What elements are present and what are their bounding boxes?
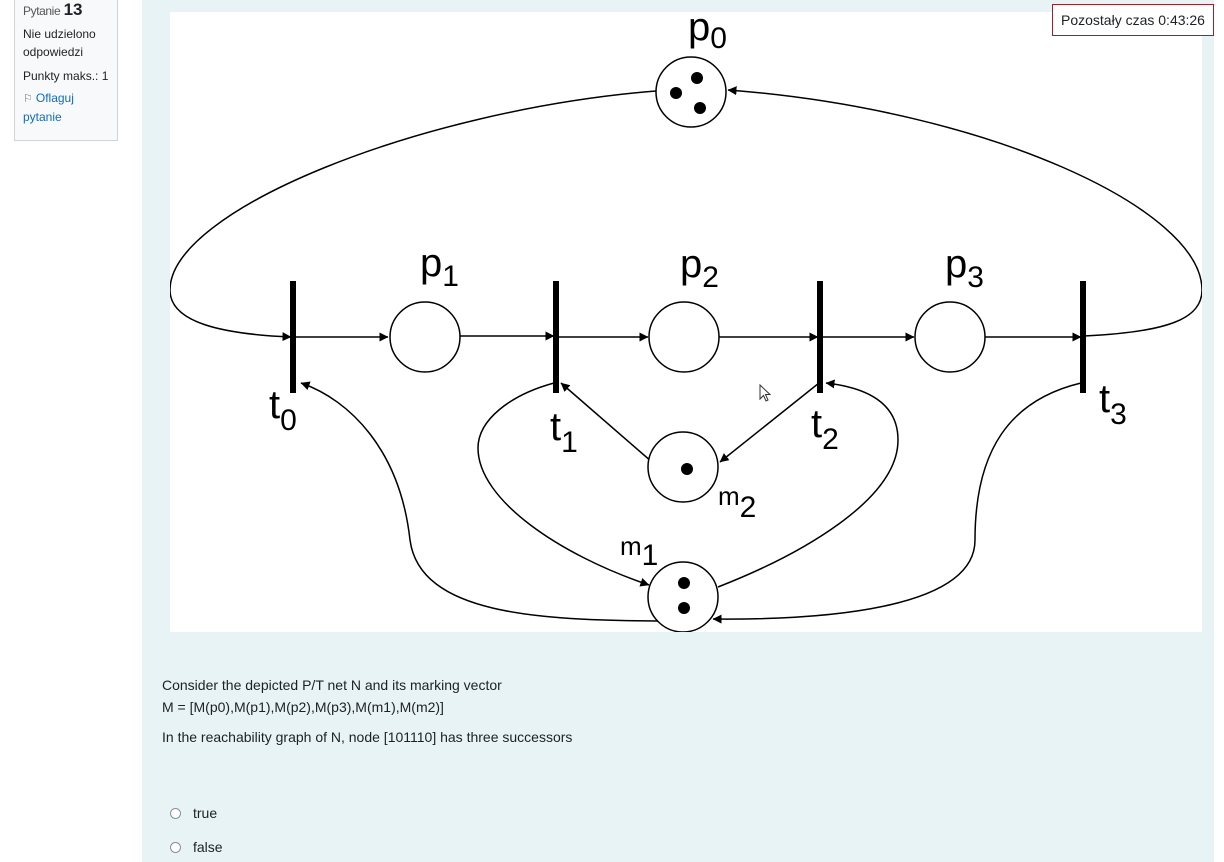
label-p2: p2 [680,242,719,294]
answer-label-true: true [193,805,218,821]
arc-p0-t0 [169,90,657,342]
label-t2: t2 [811,402,839,456]
arc-t3-m1 [712,382,1082,624]
question-max-points: Punkty maks.: 1 [23,69,109,83]
place-m1 [647,561,719,633]
transition-t0 [290,281,296,393]
token [694,102,706,114]
token [681,463,693,475]
arc-m1-t0 [300,381,659,622]
question-line-1: Consider the depicted P/T net N and its … [162,677,502,693]
place-p3 [914,301,986,373]
petri-net-diagram: p0 p1 p2 p3 m1 m2 t0 t1 t2 t3 [169,5,1203,633]
label-t3: t3 [1099,377,1127,431]
place-p0 [655,56,727,128]
label-p3: p3 [945,242,984,294]
label-m2: m2 [718,481,756,524]
token [678,577,690,589]
arc-t3-p0 [727,86,1203,337]
flag-icon: ⚐ [23,93,33,105]
question-claim: In the reachability graph of N, node [10… [162,729,573,745]
question-number-label: Pytanie [23,4,61,18]
flag-question-link[interactable]: ⚐ Oflaguj pytanie [23,89,109,126]
answer-option-false[interactable]: false [170,839,223,855]
transition-t2 [817,281,823,393]
radio-true[interactable] [170,807,181,819]
arc-m1-t2 [717,379,899,588]
token [678,602,690,614]
token [691,72,703,84]
token [670,87,682,99]
place-p1 [389,301,461,373]
quiz-timer: Pozostały czas 0:43:26 [1052,4,1214,36]
petri-net-figure: p0 p1 p2 p3 m1 m2 t0 t1 t2 t3 [169,5,1203,633]
question-text: Consider the depicted P/T net N and its … [162,674,572,748]
label-p1: p1 [420,241,459,293]
question-line-2: M = [M(p0),M(p1),M(p2),M(p3),M(m1),M(m2)… [162,699,444,715]
answer-option-true[interactable]: true [170,805,217,821]
label-m1: m1 [620,531,658,572]
label-t1: t1 [550,405,578,459]
label-p0: p0 [688,12,727,55]
question-state: Nie udzielono odpowiedzi [23,27,96,59]
answer-label-false: false [193,839,223,855]
question-number: Pytanie 13 [23,0,109,22]
question-number-value: 13 [63,0,83,19]
transition-t3 [1080,281,1086,393]
transition-t1 [553,281,559,393]
place-p2 [648,301,720,373]
mouse-cursor-icon [759,384,772,402]
radio-false[interactable] [170,841,181,853]
question-info-panel: Pytanie 13 Nie udzielono odpowiedzi Punk… [14,0,118,141]
